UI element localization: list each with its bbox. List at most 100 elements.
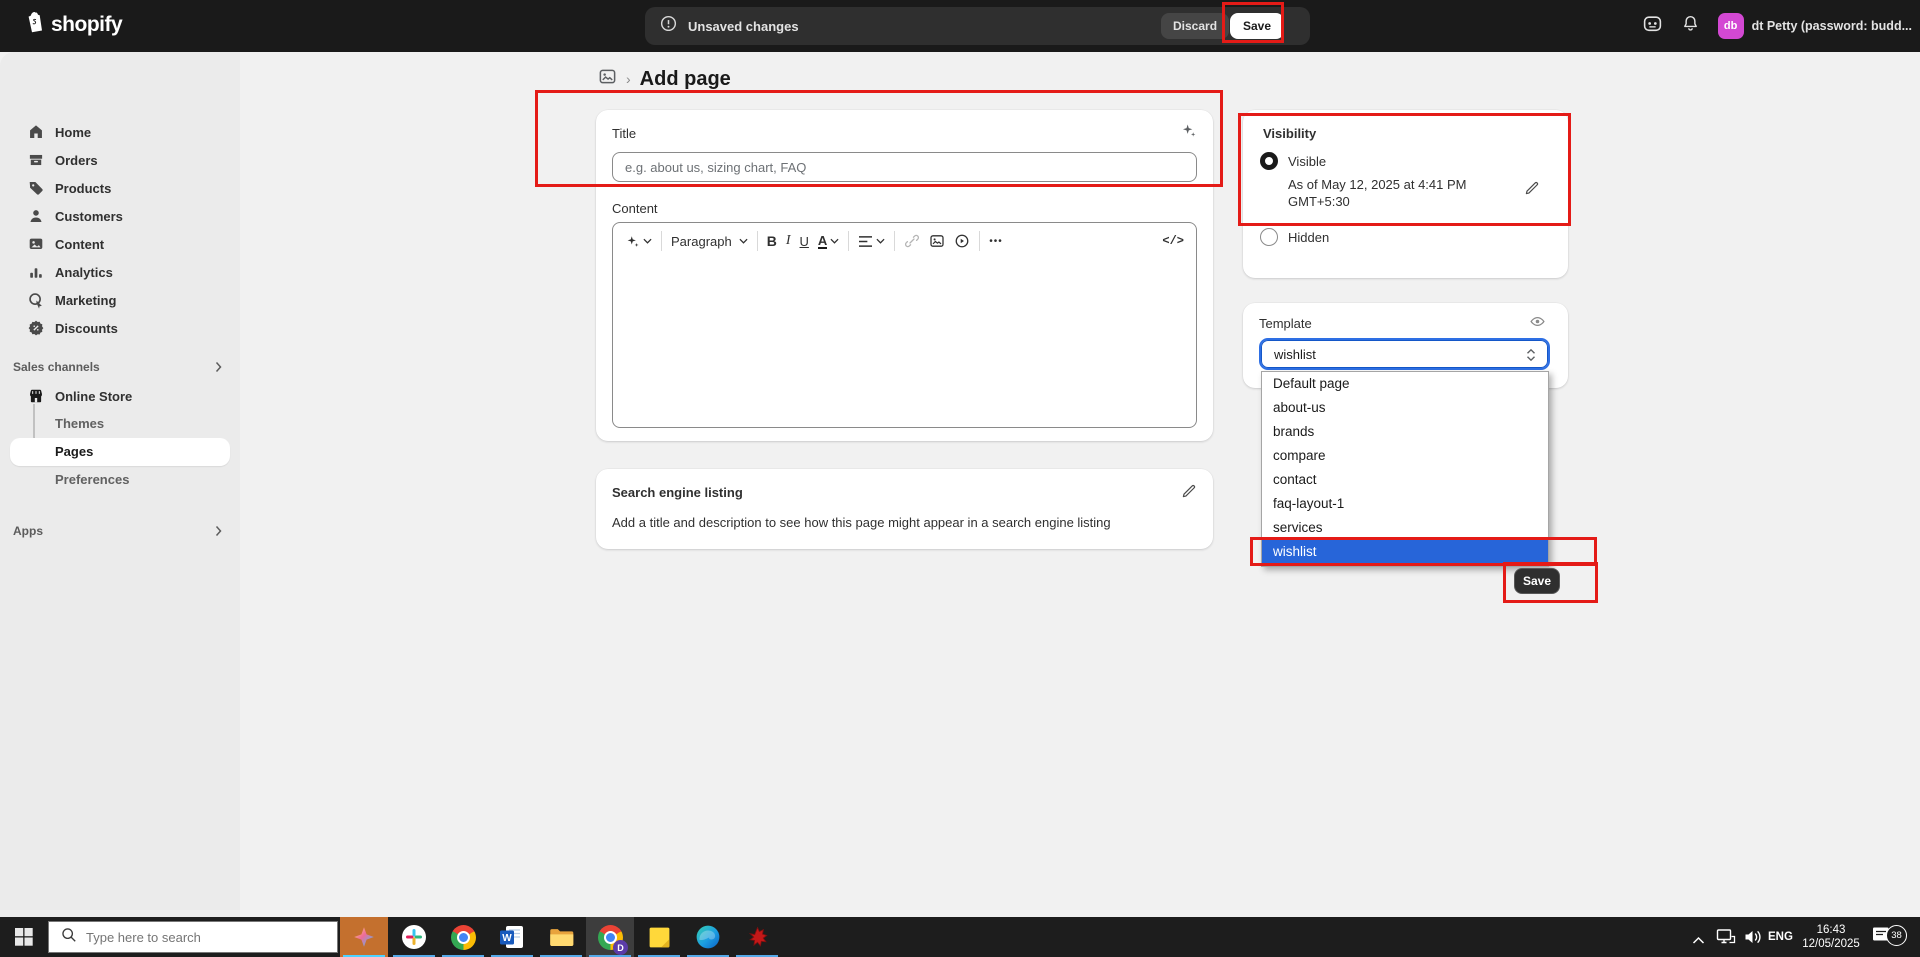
content-label: Content: [612, 201, 658, 216]
breadcrumb: › Add page: [598, 66, 731, 92]
hidden-label: Hidden: [1288, 230, 1329, 245]
magic-sparkle-icon[interactable]: [1180, 122, 1197, 144]
taskbar-word-app[interactable]: W: [488, 917, 536, 957]
page-title: Add page: [640, 68, 731, 91]
toolbar-divider: [848, 231, 849, 251]
tray-clock[interactable]: 16:43 12/05/2025: [1798, 923, 1864, 951]
visibility-card: Visibility Visible As of May 12, 2025 at…: [1243, 110, 1568, 278]
notification-count-badge[interactable]: 38: [1886, 925, 1907, 946]
tray-date: 12/05/2025: [1798, 937, 1864, 951]
rich-text-editor[interactable]: Paragraph B I U A: [612, 222, 1197, 428]
link-button-disabled[interactable]: [904, 233, 920, 249]
taskbar-file-explorer-app[interactable]: [537, 917, 585, 957]
seo-description: Add a title and description to see how t…: [612, 515, 1111, 530]
sidebar-item-discounts[interactable]: Discounts: [0, 314, 240, 342]
taskbar-chrome-profile-app[interactable]: D: [586, 917, 634, 957]
template-options-dropdown: Default page about-us brands compare con…: [1261, 371, 1549, 567]
toolbar-divider: [757, 231, 758, 251]
visible-radio-selected[interactable]: [1260, 152, 1278, 170]
sidebar-item-customers[interactable]: Customers: [0, 202, 240, 230]
template-option[interactable]: faq-layout-1: [1262, 492, 1548, 516]
sales-channels-header: Sales channels: [13, 360, 100, 374]
underline-button[interactable]: U: [800, 234, 809, 249]
tray-network-icon[interactable]: [1716, 928, 1736, 951]
apps-header: Apps: [13, 524, 43, 538]
target-cursor-icon: [27, 291, 45, 309]
tray-expand-chevron-icon[interactable]: [1692, 932, 1705, 950]
taskbar-edge-app[interactable]: [684, 917, 732, 957]
toolbar-divider: [661, 231, 662, 251]
template-option[interactable]: Default page: [1262, 372, 1548, 396]
taskbar-slack-app[interactable]: [390, 917, 438, 957]
alignment-button[interactable]: [858, 235, 885, 248]
sidebar-item-products[interactable]: Products: [0, 174, 240, 202]
ai-sparkle-button[interactable]: [625, 234, 652, 249]
edit-seo-pencil-icon[interactable]: [1181, 483, 1197, 504]
shopify-logo[interactable]: shopify: [24, 11, 122, 39]
discard-button[interactable]: Discard: [1161, 13, 1229, 39]
taskbar-copilot-app[interactable]: [340, 917, 388, 957]
visible-label: Visible: [1288, 154, 1326, 169]
sidebar-item-content[interactable]: Content: [0, 230, 240, 258]
sidebar-item-themes[interactable]: Themes: [55, 416, 104, 431]
sidebar-item-home[interactable]: Home: [0, 118, 240, 146]
notifications-bell-icon[interactable]: [1681, 14, 1700, 38]
home-icon: [27, 123, 45, 141]
view-template-eye-icon[interactable]: [1529, 313, 1546, 335]
toolbar-divider: [979, 231, 980, 251]
template-option[interactable]: contact: [1262, 468, 1548, 492]
windows-taskbar: W D EN: [0, 917, 1920, 957]
hidden-radio[interactable]: [1260, 228, 1278, 246]
edit-visibility-pencil-icon[interactable]: [1524, 180, 1540, 201]
start-button[interactable]: [0, 917, 48, 957]
user-name: dt Petty (password: budd...: [1752, 19, 1912, 33]
unsaved-changes-bar: Unsaved changes Discard Save: [645, 7, 1310, 45]
template-option-wishlist-highlighted[interactable]: wishlist: [1262, 540, 1548, 564]
sidebar-item-preferences[interactable]: Preferences: [55, 472, 129, 487]
paragraph-style-dropdown[interactable]: Paragraph: [671, 234, 748, 249]
taskbar-chrome-app[interactable]: [439, 917, 487, 957]
alert-info-icon: [659, 14, 678, 38]
insert-video-button[interactable]: [954, 233, 970, 249]
taskbar-red-app[interactable]: [733, 917, 781, 957]
sidebar-item-analytics[interactable]: Analytics: [0, 258, 240, 286]
taskbar-search[interactable]: [48, 921, 338, 953]
tray-language[interactable]: ENG: [1768, 931, 1793, 943]
sidekick-icon[interactable]: [1642, 13, 1663, 39]
save-button-secondary[interactable]: Save: [1514, 568, 1560, 594]
taskbar-search-input[interactable]: [86, 930, 316, 945]
code-view-button[interactable]: </>: [1162, 234, 1184, 248]
bar-chart-icon: [27, 263, 45, 281]
avatar: db: [1718, 13, 1744, 39]
page-icon[interactable]: [598, 67, 617, 91]
template-select[interactable]: wishlist: [1259, 338, 1550, 370]
template-selected-value: wishlist: [1274, 347, 1316, 362]
tray-speaker-icon[interactable]: [1743, 928, 1763, 951]
template-option[interactable]: brands: [1262, 420, 1548, 444]
discount-badge-icon: [27, 319, 45, 337]
apps-chevron-icon[interactable]: [214, 524, 224, 536]
taskbar-sticky-notes-app[interactable]: [635, 917, 683, 957]
save-button-topbar[interactable]: Save: [1230, 13, 1284, 39]
template-option[interactable]: about-us: [1262, 396, 1548, 420]
italic-button[interactable]: I: [786, 233, 791, 249]
template-option[interactable]: compare: [1262, 444, 1548, 468]
user-menu[interactable]: db dt Petty (password: budd...: [1718, 13, 1912, 39]
bold-button[interactable]: B: [767, 233, 777, 249]
orders-icon: [27, 151, 45, 169]
sidebar-item-orders[interactable]: Orders: [0, 146, 240, 174]
text-color-button[interactable]: A: [818, 234, 839, 249]
title-input[interactable]: [612, 152, 1197, 182]
shopify-bag-icon: [24, 11, 44, 39]
insert-image-button[interactable]: [929, 233, 945, 249]
sidebar-item-pages-selected[interactable]: Pages: [10, 438, 230, 466]
more-options-button[interactable]: •••: [989, 236, 1003, 247]
visible-note: As of May 12, 2025 at 4:41 PM GMT+5:30: [1288, 176, 1484, 210]
template-option[interactable]: services: [1262, 516, 1548, 540]
sidebar-item-marketing[interactable]: Marketing: [0, 286, 240, 314]
toolbar-divider: [894, 231, 895, 251]
editor-toolbar: Paragraph B I U A: [613, 223, 1196, 259]
editor-content-area[interactable]: [613, 259, 1196, 427]
sales-channels-chevron-icon[interactable]: [214, 360, 224, 372]
template-header: Template: [1259, 316, 1312, 331]
